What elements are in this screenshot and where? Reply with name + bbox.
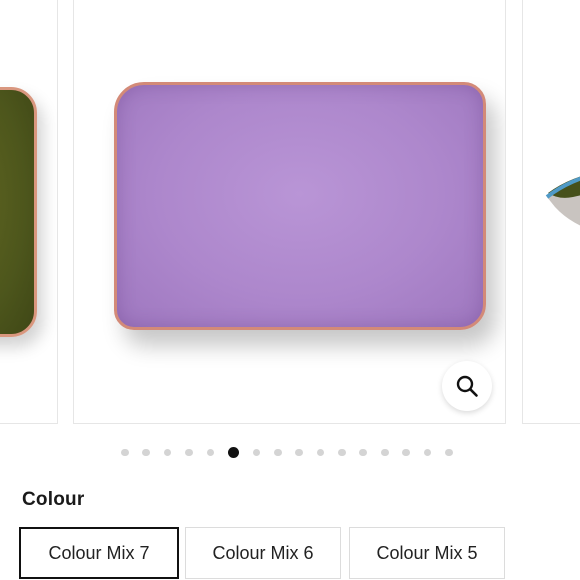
- carousel-dot[interactable]: [295, 448, 303, 457]
- gallery-slide-previous[interactable]: [0, 0, 58, 424]
- carousel-dot[interactable]: [121, 448, 129, 457]
- carousel-dot[interactable]: [423, 448, 432, 457]
- pillow-image-olive: [0, 87, 37, 337]
- carousel-dot-active[interactable]: [227, 447, 239, 458]
- carousel-dot[interactable]: [206, 448, 215, 457]
- colour-option-label: Colour Mix 5: [376, 542, 478, 563]
- colour-option-mix-6[interactable]: Colour Mix 6: [185, 527, 341, 579]
- carousel-dot[interactable]: [359, 448, 368, 457]
- carousel-dot[interactable]: [163, 448, 172, 457]
- colour-option-mix-5[interactable]: Colour Mix 5: [349, 527, 505, 579]
- colour-option-label: Colour Mix 6: [212, 542, 314, 563]
- colour-option-label: Colour Mix 7: [48, 542, 150, 563]
- gallery-slide-next[interactable]: [522, 0, 580, 424]
- carousel-dot[interactable]: [338, 448, 346, 457]
- pillow-image-lilac: [114, 82, 486, 330]
- colour-option-mix-7[interactable]: Colour Mix 7: [19, 527, 179, 579]
- pillow-image-olive-blue: [545, 176, 580, 226]
- search-icon: [456, 375, 478, 397]
- carousel-dot[interactable]: [402, 448, 410, 457]
- zoom-button[interactable]: [442, 361, 492, 411]
- carousel-dot[interactable]: [252, 448, 261, 457]
- carousel-dot[interactable]: [142, 448, 151, 457]
- colour-label: Colour: [22, 489, 85, 510]
- carousel-dot[interactable]: [444, 448, 453, 457]
- carousel-pagination: [121, 447, 453, 458]
- carousel-dot[interactable]: [273, 448, 282, 457]
- carousel-dot[interactable]: [316, 448, 325, 457]
- gallery-slide-current[interactable]: [73, 0, 506, 424]
- carousel-dot[interactable]: [380, 448, 389, 457]
- carousel-dot[interactable]: [185, 448, 193, 457]
